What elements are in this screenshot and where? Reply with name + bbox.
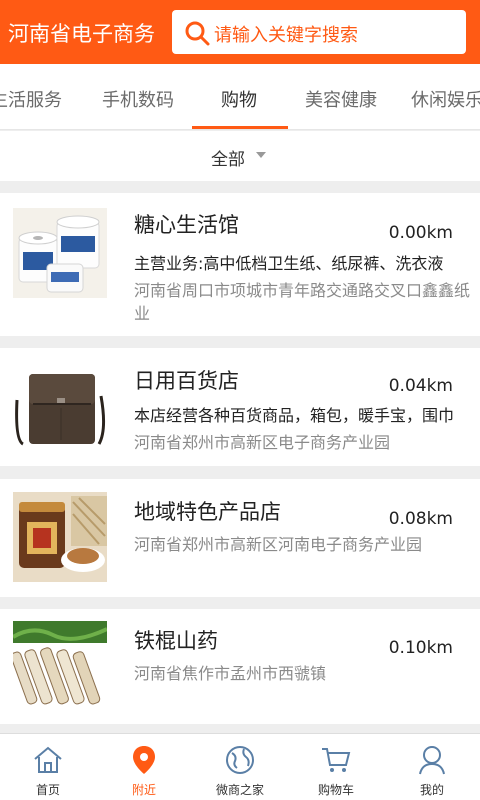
globe-icon xyxy=(226,746,254,774)
tab-life-services[interactable]: 生活服务 xyxy=(0,86,62,112)
shop-distance: 0.04km xyxy=(388,376,453,396)
nav-wechat-merchants[interactable]: 微商之家 xyxy=(192,734,288,800)
shop-distance: 0.08km xyxy=(388,509,453,529)
filter-label: 全部 xyxy=(211,150,245,170)
shop-name: 铁棍山药 xyxy=(134,629,218,653)
shop-address: 河南省焦作市孟州市西虢镇 xyxy=(134,664,327,683)
shop-business: 本店经营各种百货商品，箱包，暖手宝，围巾 xyxy=(134,406,455,425)
bottom-navigation: 首页 附近 微商之家 购物车 我的 xyxy=(0,733,480,800)
home-icon xyxy=(34,746,62,773)
tab-digital[interactable]: 手机数码 xyxy=(102,86,174,112)
nav-label: 我的 xyxy=(419,783,444,797)
user-icon xyxy=(419,746,445,775)
top-header: 河南省电子商务 请输入关键字搜索 xyxy=(0,0,480,64)
toilet-paper-photo xyxy=(13,208,107,298)
caret-down-icon xyxy=(256,152,266,158)
shop-business: 主营业务:高中低档卫生纸、纸尿裤、洗衣液 xyxy=(134,254,444,273)
shop-name: 地域特色产品店 xyxy=(134,500,281,524)
specialty-jar-photo xyxy=(13,492,107,582)
search-placeholder: 请输入关键字搜索 xyxy=(214,25,358,46)
tab-leisure[interactable]: 休闲娱乐 xyxy=(411,86,480,112)
shop-distance: 0.10km xyxy=(388,638,453,658)
nav-home[interactable]: 首页 xyxy=(0,734,96,800)
shop-name: 日用百货店 xyxy=(134,369,239,393)
shop-name: 糖心生活馆 xyxy=(134,213,239,237)
filter-dropdown[interactable]: 全部 xyxy=(0,131,480,181)
search-box[interactable]: 请输入关键字搜索 xyxy=(172,10,466,54)
active-tab-indicator xyxy=(192,126,288,129)
nav-label: 购物车 xyxy=(317,783,354,797)
nav-profile[interactable]: 我的 xyxy=(384,734,480,800)
shop-list-item[interactable]: 日用百货店 0.04km 本店经营各种百货商品，箱包，暖手宝，围巾 河南省郑州市… xyxy=(0,348,480,466)
app-screen: 河南省电子商务 请输入关键字搜索 生活服务 手机数码 购物 美容健康 休闲娱乐 … xyxy=(0,0,480,800)
nav-label: 首页 xyxy=(35,783,60,797)
shop-list-item[interactable]: 地域特色产品店 0.08km 河南省郑州市高新区河南电子商务产业园 xyxy=(0,479,480,597)
tab-shopping[interactable]: 购物 xyxy=(221,86,257,112)
category-tabs: 生活服务 手机数码 购物 美容健康 休闲娱乐 xyxy=(0,64,480,130)
shop-distance: 0.00km xyxy=(388,223,453,243)
shop-address: 河南省周口市项城市青年路交通路交叉口鑫鑫纸业 xyxy=(134,281,471,323)
shop-list-item[interactable]: 铁棍山药 0.10km 河南省焦作市孟州市西虢镇 xyxy=(0,609,480,724)
shop-address: 河南省郑州市高新区河南电子商务产业园 xyxy=(134,535,423,554)
nav-label: 微商之家 xyxy=(215,783,264,797)
nav-label: 附近 xyxy=(131,783,156,797)
nav-cart[interactable]: 购物车 xyxy=(288,734,384,800)
location-pin-icon xyxy=(133,746,155,774)
yam-photo xyxy=(13,621,107,711)
tab-beauty-health[interactable]: 美容健康 xyxy=(305,86,377,112)
cart-icon xyxy=(322,748,351,772)
shop-list-item[interactable]: 糖心生活馆 0.00km 主营业务:高中低档卫生纸、纸尿裤、洗衣液 河南省周口市… xyxy=(0,193,480,336)
app-title: 河南省电子商务 xyxy=(8,22,155,46)
search-icon xyxy=(185,21,210,46)
leather-bag-photo xyxy=(13,360,107,450)
nav-nearby[interactable]: 附近 xyxy=(96,734,192,800)
shop-address: 河南省郑州市高新区电子商务产业园 xyxy=(134,433,391,452)
